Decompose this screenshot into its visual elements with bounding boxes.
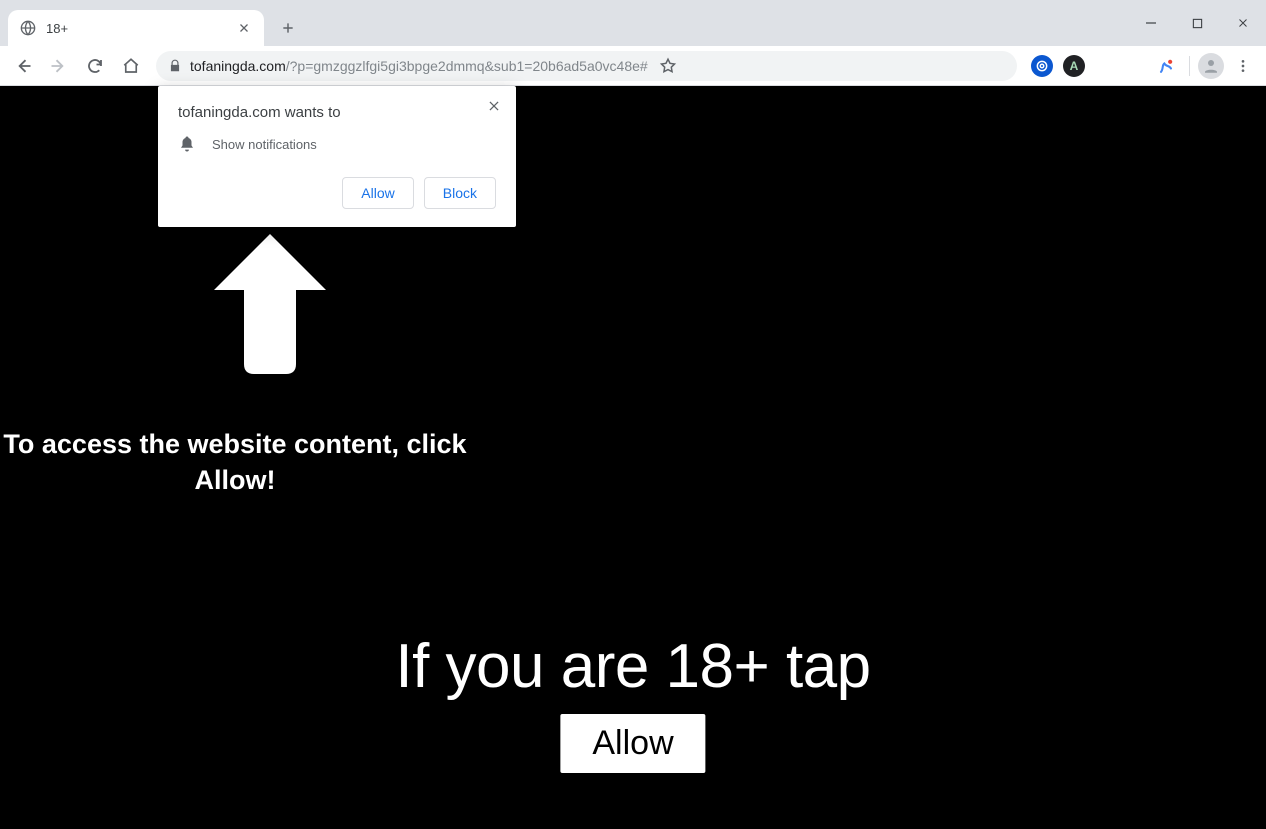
url-host: tofaningda.com xyxy=(190,58,286,74)
block-button[interactable]: Block xyxy=(424,177,496,209)
extension-icons: A xyxy=(1025,55,1091,77)
permission-request-text: Show notifications xyxy=(212,137,317,152)
address-bar[interactable]: tofaningda.com/?p=gmzggzlfgi5gi3bpge2dmm… xyxy=(156,51,1017,81)
headline-text: If you are 18+ tap xyxy=(0,631,1266,702)
home-button[interactable] xyxy=(114,49,148,83)
toolbar-separator xyxy=(1189,56,1190,76)
page-allow-button[interactable]: Allow xyxy=(560,714,705,773)
allow-button[interactable]: Allow xyxy=(342,177,413,209)
forward-button[interactable] xyxy=(42,49,76,83)
up-arrow-icon xyxy=(214,234,326,374)
url-text: tofaningda.com/?p=gmzggzlfgi5gi3bpge2dmm… xyxy=(190,58,648,74)
lock-icon xyxy=(168,59,182,73)
bell-icon xyxy=(178,135,196,153)
permission-request-row: Show notifications xyxy=(178,135,496,153)
permission-actions: Allow Block xyxy=(178,177,496,209)
new-tab-button[interactable] xyxy=(274,14,302,42)
globe-icon xyxy=(20,20,36,36)
extension-icon-1[interactable] xyxy=(1031,55,1053,77)
browser-tab[interactable]: 18+ xyxy=(8,10,264,46)
back-button[interactable] xyxy=(6,49,40,83)
notification-permission-popup: tofaningda.com wants to Show notificatio… xyxy=(158,86,516,227)
menu-button[interactable] xyxy=(1226,49,1260,83)
close-window-button[interactable] xyxy=(1220,0,1266,46)
reload-button[interactable] xyxy=(78,49,112,83)
close-popup-icon[interactable] xyxy=(482,94,506,118)
instruction-text: To access the website content, click All… xyxy=(0,426,470,499)
close-tab-icon[interactable] xyxy=(236,20,252,36)
tab-title: 18+ xyxy=(46,21,226,36)
window-controls xyxy=(1128,0,1266,46)
extension-icon-3[interactable] xyxy=(1155,55,1177,77)
profile-avatar[interactable] xyxy=(1198,53,1224,79)
url-path: /?p=gmzggzlfgi5gi3bpge2dmmq&sub1=20b6ad5… xyxy=(286,58,648,74)
maximize-button[interactable] xyxy=(1174,0,1220,46)
bookmark-star-icon[interactable] xyxy=(656,54,680,78)
permission-title: tofaningda.com wants to xyxy=(178,104,496,121)
browser-titlebar: 18+ xyxy=(0,0,1266,46)
browser-toolbar: tofaningda.com/?p=gmzggzlfgi5gi3bpge2dmm… xyxy=(0,46,1266,86)
extension-icon-2[interactable]: A xyxy=(1063,55,1085,77)
minimize-button[interactable] xyxy=(1128,0,1174,46)
